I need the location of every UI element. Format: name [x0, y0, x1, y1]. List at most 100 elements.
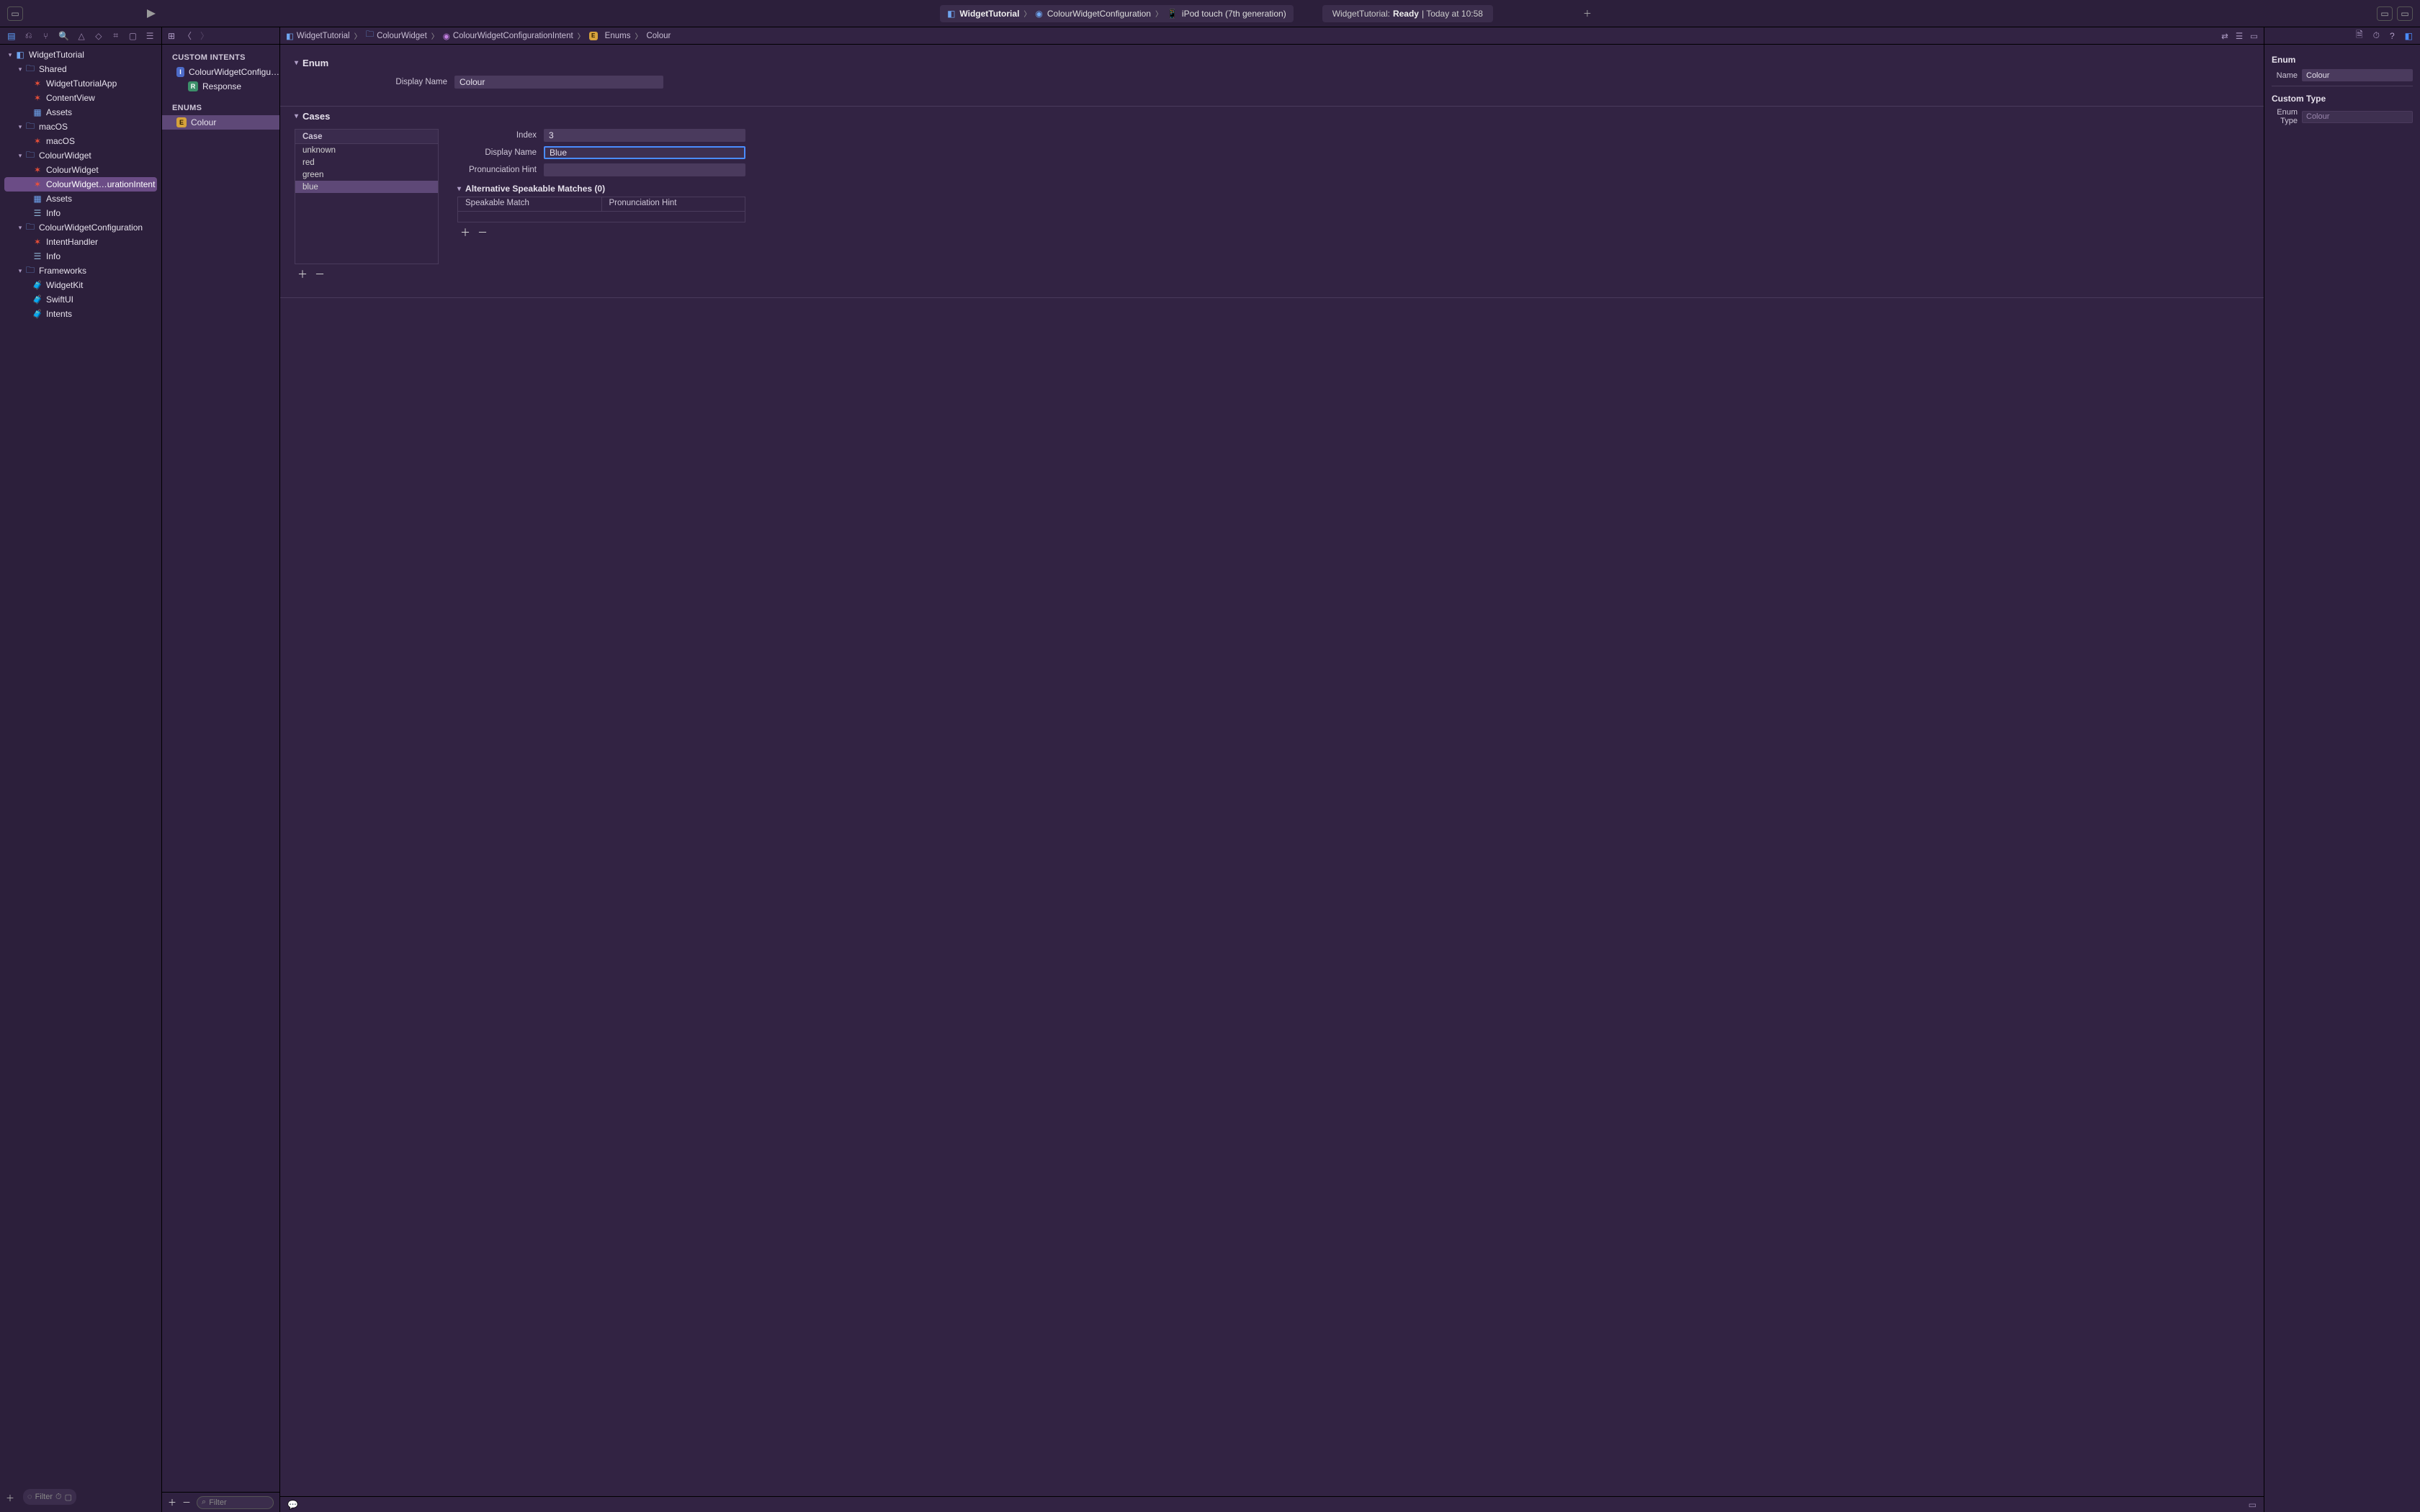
activity-status[interactable]: WidgetTutorial: Ready | Today at 10:58	[1322, 5, 1493, 22]
col-speakable-match[interactable]: Speakable Match	[458, 197, 602, 211]
group-colourwidgetconfig[interactable]: ▾ 🗀 ColourWidgetConfiguration	[0, 220, 161, 235]
inspector-enum-type-input[interactable]	[2302, 111, 2413, 123]
attributes-inspector-tab[interactable]: ◧	[2405, 31, 2413, 41]
outline-filter[interactable]: ⌕ Filter	[197, 1496, 274, 1509]
jump-bar-segment[interactable]: ◧WidgetTutorial	[286, 31, 350, 41]
project-navigator-tab[interactable]: ▤	[7, 31, 16, 41]
file-inspector-tab[interactable]: 🗎	[2356, 28, 2363, 43]
outline-response-item[interactable]: RResponse	[162, 79, 279, 94]
file-item[interactable]: 🧳WidgetKit	[0, 278, 161, 292]
issue-navigator-tab[interactable]: △	[77, 31, 86, 41]
toggle-navigator-button[interactable]: ▭	[7, 6, 23, 21]
group-macos[interactable]: ▾ 🗀 macOS	[0, 120, 161, 134]
swap-icon[interactable]: ⇄	[2221, 31, 2228, 41]
folder-icon: 🗀	[24, 264, 36, 279]
section-cases-header[interactable]: ▾Cases	[295, 111, 2249, 122]
recent-files-icon[interactable]: ⏱	[55, 1493, 62, 1502]
history-inspector-tab[interactable]: ⏱	[2373, 30, 2380, 41]
col-pronunciation-hint[interactable]: Pronunciation Hint	[602, 197, 745, 211]
remove-match-button[interactable]: －	[476, 225, 489, 240]
library-button[interactable]: ▭	[2377, 6, 2393, 21]
symbol-navigator-tab[interactable]: ⑂	[42, 31, 50, 41]
group-colourwidget[interactable]: ▾ 🗀 ColourWidget	[0, 148, 161, 163]
report-navigator-tab[interactable]: ☰	[145, 31, 154, 41]
file-item[interactable]: ✶WidgetTutorialApp	[0, 76, 161, 91]
add-editor-button[interactable]: ＋	[1579, 6, 1595, 22]
disclosure-icon[interactable]: ▾	[16, 66, 24, 73]
back-button[interactable]: 〈	[182, 30, 192, 42]
inspector-name-input[interactable]	[2302, 69, 2413, 81]
scheme-name: ColourWidgetConfiguration	[1047, 9, 1151, 19]
debug-navigator-tab[interactable]: ⌗	[112, 30, 120, 41]
toggle-debug-area-icon[interactable]: ▭	[2249, 1500, 2257, 1510]
file-item[interactable]: 🧳SwiftUI	[0, 292, 161, 307]
forward-button[interactable]: 〉	[200, 30, 210, 42]
case-row[interactable]: unknown	[295, 144, 438, 156]
jump-bar-segment[interactable]: ◉ColourWidgetConfigurationIntent	[443, 31, 573, 41]
jump-bar-segment[interactable]: Colour	[646, 32, 671, 40]
disclosure-icon[interactable]: ▾	[16, 267, 24, 275]
pronunciation-hint-input[interactable]	[544, 163, 745, 176]
split-editor-icon[interactable]: ▭	[2250, 31, 2258, 41]
outline-enum-item[interactable]: EColour	[162, 115, 279, 130]
disclosure-icon[interactable]: ▾	[295, 112, 298, 120]
scheme-icon: ◉	[1035, 9, 1042, 19]
disclosure-icon[interactable]: ▾	[457, 185, 461, 193]
file-item[interactable]: 🧳Intents	[0, 307, 161, 321]
alt-matches-header[interactable]: ▾Alternative Speakable Matches (0)	[457, 184, 2249, 194]
add-match-button[interactable]: ＋	[459, 225, 472, 240]
disclosure-icon[interactable]: ▾	[16, 152, 24, 160]
file-item[interactable]: ☰Info	[0, 206, 161, 220]
device-icon: 📱	[1167, 9, 1178, 19]
disclosure-icon[interactable]: ▾	[295, 59, 298, 67]
assets-icon: ▦	[32, 107, 43, 117]
file-item[interactable]: ☰Info	[0, 249, 161, 264]
run-button[interactable]	[144, 6, 158, 21]
file-item[interactable]: ▦Assets	[0, 105, 161, 120]
grid-view-icon[interactable]: ⊞	[168, 31, 175, 41]
index-input[interactable]	[544, 129, 745, 142]
test-navigator-tab[interactable]: ◇	[94, 31, 103, 41]
intent-icon: ◉	[443, 31, 450, 41]
section-enum-header[interactable]: ▾Enum	[295, 58, 2249, 68]
help-inspector-tab[interactable]: ?	[2390, 31, 2395, 41]
chevron-right-icon: 〉	[431, 30, 439, 41]
toggle-inspector-button[interactable]: ▭	[2397, 6, 2413, 21]
jump-bar-segment[interactable]: 🗀ColourWidget	[366, 29, 427, 42]
disclosure-icon[interactable]: ▾	[16, 123, 24, 131]
add-case-button[interactable]: ＋	[296, 267, 309, 282]
scheme-selector[interactable]: ◧ WidgetTutorial 〉 ◉ ColourWidgetConfigu…	[940, 5, 1294, 22]
add-button[interactable]: ＋	[168, 1496, 176, 1508]
file-item[interactable]: ✶IntentHandler	[0, 235, 161, 249]
inspector-enum-type-label: Enum Type	[2272, 108, 2298, 125]
group-shared[interactable]: ▾ 🗀 Shared	[0, 62, 161, 76]
navigator-filter[interactable]: ◌ Filter ⏱ ▢	[23, 1489, 76, 1505]
remove-button[interactable]: －	[182, 1496, 191, 1508]
remove-case-button[interactable]: －	[313, 267, 326, 282]
case-display-name-input[interactable]	[544, 146, 745, 159]
jump-bar-segment[interactable]: EEnums	[589, 32, 631, 40]
scm-filter-icon[interactable]: ▢	[65, 1493, 72, 1502]
debug-chat-icon[interactable]: 💬	[287, 1500, 298, 1510]
file-item[interactable]: ▦Assets	[0, 192, 161, 206]
file-item[interactable]: ✶ColourWidget	[0, 163, 161, 177]
project-root[interactable]: ▾ ◧ WidgetTutorial	[0, 48, 161, 62]
file-item-selected[interactable]: ✶ColourWidget…urationIntent	[4, 177, 157, 192]
outline-intent-item[interactable]: IColourWidgetConfigu…	[162, 65, 279, 79]
case-row[interactable]: green	[295, 168, 438, 181]
disclosure-icon[interactable]: ▾	[16, 224, 24, 232]
filter-scope-icon[interactable]: ◌	[27, 1493, 32, 1501]
add-button[interactable]: ＋	[6, 1492, 14, 1504]
find-navigator-tab[interactable]: 🔍	[58, 31, 68, 41]
source-control-tab[interactable]: ⎌	[24, 30, 33, 41]
case-row-selected[interactable]: blue	[295, 181, 438, 193]
case-column-header[interactable]: Case	[295, 130, 438, 144]
disclosure-icon[interactable]: ▾	[6, 51, 14, 59]
enum-display-name-input[interactable]	[454, 76, 663, 89]
file-item[interactable]: ✶ContentView	[0, 91, 161, 105]
case-row[interactable]: red	[295, 156, 438, 168]
breakpoint-navigator-tab[interactable]: ▢	[129, 31, 138, 41]
group-frameworks[interactable]: ▾ 🗀 Frameworks	[0, 264, 161, 278]
lines-icon[interactable]: ☰	[2236, 31, 2243, 41]
file-item[interactable]: ✶macOS	[0, 134, 161, 148]
